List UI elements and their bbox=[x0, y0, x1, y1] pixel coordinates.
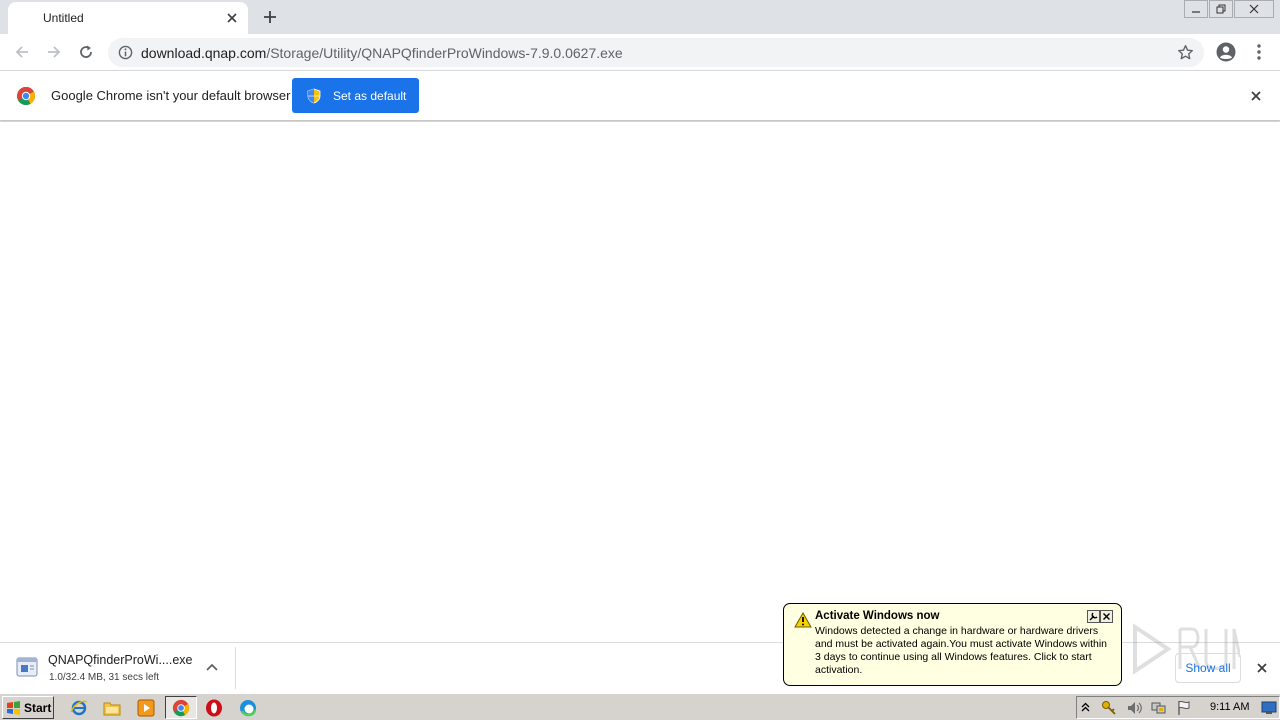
tab-untitled[interactable]: Untitled bbox=[8, 2, 248, 34]
chrome-taskbar-icon[interactable] bbox=[171, 698, 191, 718]
action-center-flag-icon[interactable] bbox=[1176, 700, 1192, 719]
forward-button[interactable] bbox=[40, 38, 68, 66]
show-all-button[interactable]: Show all bbox=[1175, 653, 1241, 683]
activation-balloon[interactable]: Activate Windows now Windows detected a … bbox=[783, 603, 1122, 686]
page-content bbox=[0, 122, 1280, 642]
star-icon[interactable] bbox=[1177, 44, 1194, 64]
restore-button[interactable] bbox=[1209, 0, 1233, 18]
file-explorer-icon[interactable] bbox=[102, 698, 122, 718]
set-as-default-label: Set as default bbox=[333, 88, 407, 103]
minimize-icon bbox=[1192, 11, 1200, 13]
info-icon[interactable] bbox=[118, 45, 133, 63]
warning-icon bbox=[794, 611, 812, 628]
close-icon bbox=[1249, 4, 1259, 14]
account-icon bbox=[1216, 42, 1236, 62]
arrow-right-icon bbox=[48, 46, 61, 58]
installer-file-icon bbox=[16, 656, 38, 681]
plus-icon bbox=[264, 11, 276, 23]
system-tray: 9:11 AM bbox=[1076, 696, 1280, 719]
new-tab-button[interactable] bbox=[258, 5, 282, 29]
close-icon bbox=[1251, 91, 1261, 101]
chevron-up-icon[interactable] bbox=[204, 659, 220, 675]
volume-icon[interactable] bbox=[1127, 701, 1143, 718]
profile-button[interactable] bbox=[1212, 38, 1240, 66]
address-bar[interactable]: download.qnap.com/Storage/Utility/QNAPQf… bbox=[108, 38, 1204, 67]
wrench-icon[interactable] bbox=[1087, 610, 1100, 623]
url-text: download.qnap.com/Storage/Utility/QNAPQf… bbox=[141, 45, 623, 61]
infobar-close-button[interactable] bbox=[1246, 86, 1266, 106]
shield-icon bbox=[307, 88, 321, 103]
minimize-button[interactable] bbox=[1184, 0, 1208, 18]
more-vert-icon bbox=[1257, 44, 1261, 60]
menu-button[interactable] bbox=[1245, 38, 1273, 66]
chrome-logo-icon bbox=[16, 86, 36, 109]
opera-icon[interactable] bbox=[204, 698, 224, 718]
tab-strip: Untitled bbox=[0, 0, 1280, 34]
set-as-default-button[interactable]: Set as default bbox=[292, 78, 419, 113]
start-button[interactable]: Start bbox=[2, 696, 54, 719]
tab-title: Untitled bbox=[43, 11, 84, 25]
network-icon[interactable] bbox=[1151, 700, 1167, 719]
taskbar-clock[interactable]: 9:11 AM bbox=[1210, 701, 1250, 713]
back-button[interactable] bbox=[8, 38, 36, 66]
balloon-close-icon[interactable] bbox=[1100, 610, 1113, 623]
show-hidden-icons-icon[interactable] bbox=[1081, 701, 1090, 716]
internet-explorer-icon[interactable] bbox=[69, 698, 89, 718]
close-window-button[interactable] bbox=[1234, 0, 1274, 18]
download-item[interactable]: QNAPQfinderProWi....exe 1.0/32.4 MB, 31 … bbox=[8, 647, 236, 689]
default-browser-infobar: Google Chrome isn't your default browser… bbox=[0, 71, 1280, 121]
download-filename: QNAPQfinderProWi....exe bbox=[48, 653, 193, 667]
start-label: Start bbox=[24, 700, 52, 715]
taskbar: Start 9:11 AM bbox=[0, 693, 1280, 720]
media-player-icon[interactable] bbox=[136, 698, 156, 718]
infobar-message: Google Chrome isn't your default browser bbox=[51, 88, 291, 103]
balloon-message: Windows detected a change in hardware or… bbox=[815, 625, 1108, 676]
edge-icon[interactable] bbox=[238, 698, 258, 718]
restore-icon bbox=[1216, 4, 1226, 14]
windows-logo-icon bbox=[7, 700, 20, 715]
shelf-close-button[interactable] bbox=[1252, 658, 1272, 678]
arrow-left-icon bbox=[15, 46, 28, 58]
browser-toolbar: download.qnap.com/Storage/Utility/QNAPQf… bbox=[0, 34, 1280, 71]
activation-key-icon[interactable] bbox=[1101, 700, 1117, 719]
balloon-title: Activate Windows now bbox=[815, 610, 940, 622]
tab-close-icon[interactable] bbox=[222, 8, 242, 28]
url-host: download.qnap.com bbox=[141, 45, 267, 61]
show-desktop-icon[interactable] bbox=[1261, 701, 1277, 718]
url-path: /Storage/Utility/QNAPQfinderProWindows-7… bbox=[266, 45, 623, 61]
download-status: 1.0/32.4 MB, 31 secs left bbox=[49, 672, 160, 683]
reload-button[interactable] bbox=[72, 38, 100, 66]
reload-icon bbox=[80, 45, 92, 58]
close-icon bbox=[1257, 663, 1267, 673]
